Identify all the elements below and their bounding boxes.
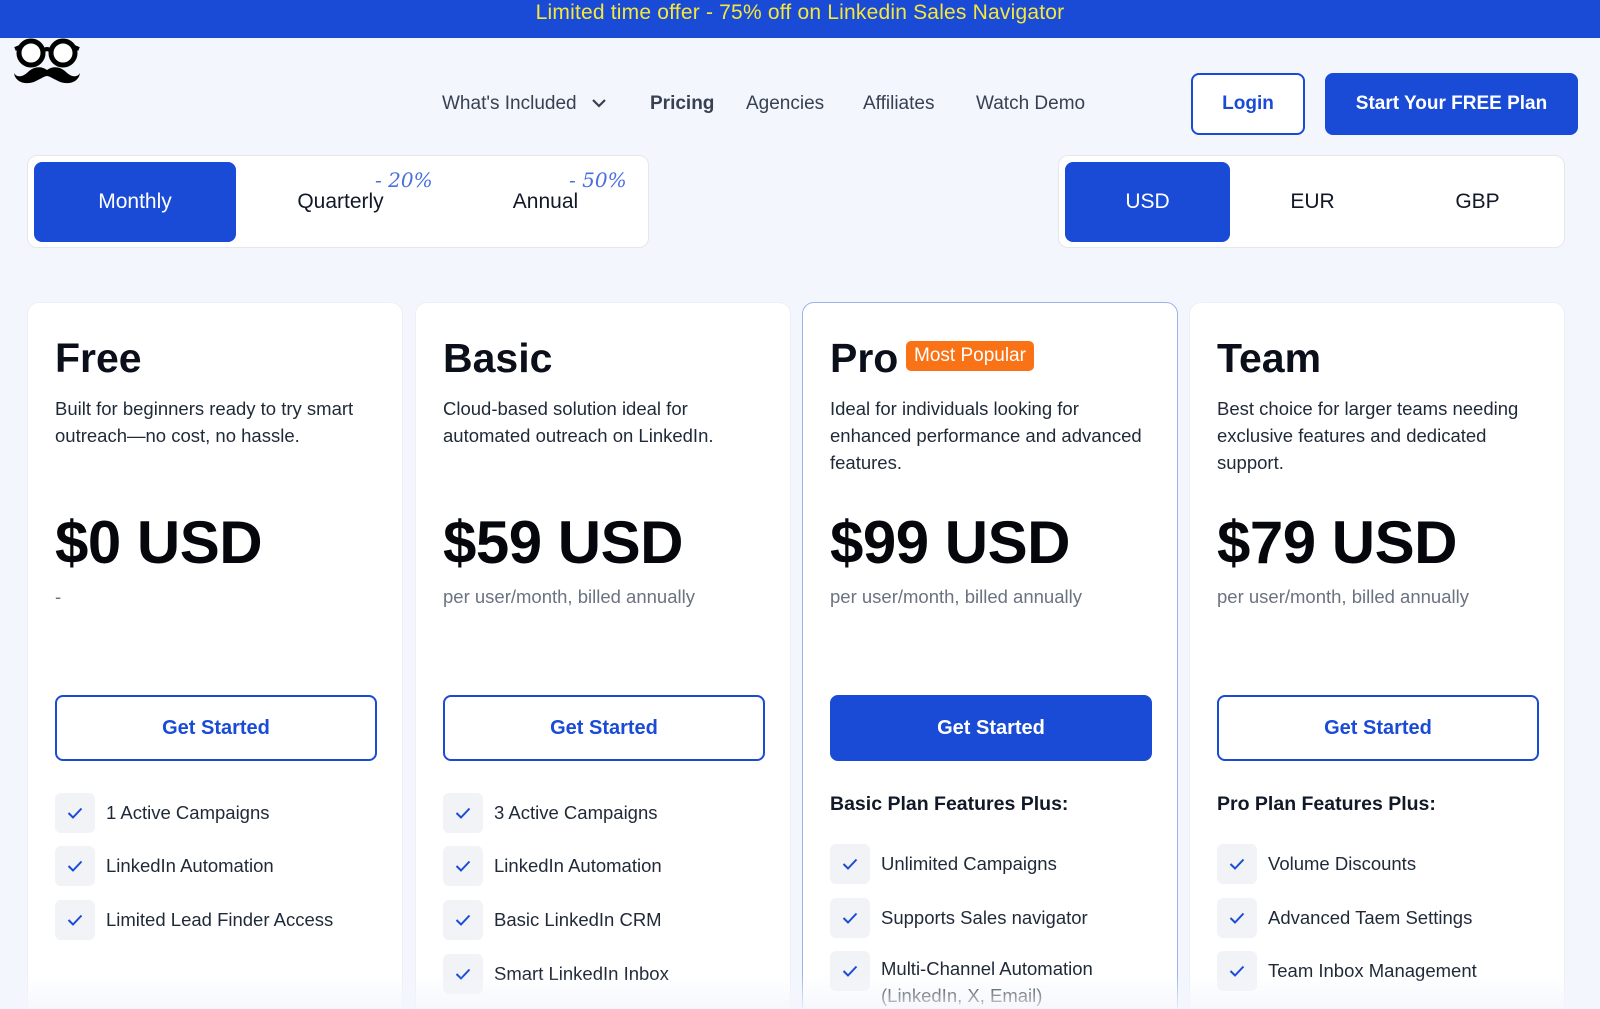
feature-item: Smart LinkedIn Inbox [443,954,773,994]
feature-text: Limited Lead Finder Access [106,909,334,930]
check-icon [55,793,95,833]
feature-item: 1 Active Campaigns [55,793,385,833]
get-started-button[interactable]: Get Started [1217,695,1539,761]
feature-text: LinkedIn Automation [494,855,662,876]
plan-name: Free [55,335,142,381]
annual-discount-label: - 50% [569,168,627,192]
check-icon [1217,951,1257,991]
check-icon [55,846,95,886]
check-icon [830,844,870,884]
plan-price: $59 USD [443,509,683,576]
feature-item: Advanced Taem Settings [1217,898,1547,938]
plan-name: Pro [830,335,899,381]
feature-item: Volume Discounts [1217,844,1547,884]
plan-card-basic: Basic Cloud-based solution ideal for aut… [415,302,791,1009]
plan-billing-note: - [55,586,62,607]
plan-description: Best choice for larger teams needing exc… [1217,398,1519,473]
promo-banner: Limited time offer - 75% off on Linkedin… [0,0,1600,38]
feature-text: Advanced Taem Settings [1268,907,1473,928]
plan-billing-note: per user/month, billed annually [1217,586,1469,607]
currency-toggle: USD EUR GBP [1058,155,1565,248]
plan-price: $79 USD [1217,509,1457,576]
plan-price: $99 USD [830,509,1070,576]
nav-whats-included-label: What's Included [442,93,577,114]
quarterly-discount-label: - 20% [375,168,433,192]
currency-eur-option[interactable]: EUR [1230,162,1395,242]
feature-text: 3 Active Campaigns [494,802,658,823]
check-icon [443,793,483,833]
feature-text: Team Inbox Management [1268,960,1477,981]
feature-item: Limited Lead Finder Access [55,900,385,940]
nav-watch-demo[interactable]: Watch Demo [976,92,1085,116]
nav-whats-included[interactable]: What's Included [442,92,606,116]
logo[interactable] [12,36,82,92]
feature-item: LinkedIn Automation [443,846,773,886]
nav-pricing[interactable]: Pricing [650,92,714,116]
check-icon [443,846,483,886]
check-icon [1217,898,1257,938]
mustache-glasses-icon [14,38,80,84]
feature-item: LinkedIn Automation [55,846,385,886]
billing-monthly-option[interactable]: Monthly [34,162,236,242]
nav-affiliates[interactable]: Affiliates [863,92,934,116]
features-heading: Pro Plan Features Plus: [1217,793,1436,815]
check-icon [55,900,95,940]
features-heading: Basic Plan Features Plus: [830,793,1069,815]
feature-item: Basic LinkedIn CRM [443,900,773,940]
feature-text: Volume Discounts [1268,853,1417,874]
start-free-plan-button[interactable]: Start Your FREE Plan [1325,73,1578,135]
check-icon [830,898,870,938]
most-popular-badge: Most Popular [906,341,1034,371]
plan-card-free: Free Built for beginners ready to try sm… [27,302,403,1009]
plan-description: Ideal for individuals looking for enhanc… [830,398,1142,473]
currency-usd-option[interactable]: USD [1065,162,1230,242]
plan-description: Built for beginners ready to try smart o… [55,398,354,446]
feature-item: Multi-Channel Automation (LinkedIn, X, E… [830,951,1160,1009]
plan-name: Basic [443,335,553,381]
billing-period-toggle: Monthly Quarterly - 20% Annual - 50% [27,155,649,248]
feature-text: 1 Active Campaigns [106,802,270,823]
nav-agencies[interactable]: Agencies [746,92,824,116]
feature-item: 3 Active Campaigns [443,793,773,833]
feature-item: Supports Sales navigator [830,898,1160,938]
feature-text: Smart LinkedIn Inbox [494,963,669,984]
check-icon [830,951,870,991]
feature-item: Team Inbox Management [1217,951,1547,991]
login-button[interactable]: Login [1191,73,1305,135]
billing-annual-label: Annual [512,190,579,213]
feature-text: Unlimited Campaigns [881,853,1057,874]
plan-price: $0 USD [55,509,263,576]
get-started-button[interactable]: Get Started [55,695,377,761]
plan-card-pro: Pro Most Popular Ideal for individuals l… [802,302,1178,1009]
plan-name: Team [1217,335,1322,381]
check-icon [443,900,483,940]
check-icon [1217,844,1257,884]
plan-description: Cloud-based solution ideal for automated… [443,398,714,446]
get-started-button[interactable]: Get Started [830,695,1152,761]
feature-item: Unlimited Campaigns [830,844,1160,884]
plan-billing-note: per user/month, billed annually [443,586,695,607]
feature-text: Multi-Channel Automation (LinkedIn, X, E… [881,958,1093,1006]
promo-text: Limited time offer - 75% off on Linkedin… [535,1,1065,24]
feature-text: Basic LinkedIn CRM [494,909,662,930]
plan-billing-note: per user/month, billed annually [830,586,1082,607]
get-started-button[interactable]: Get Started [443,695,765,761]
chevron-down-icon [592,99,606,109]
billing-quarterly-label: Quarterly [297,190,384,213]
check-icon [443,954,483,994]
feature-text: LinkedIn Automation [106,855,274,876]
plan-card-team: Team Best choice for larger teams needin… [1189,302,1565,1009]
currency-gbp-option[interactable]: GBP [1395,162,1560,242]
feature-text: Supports Sales navigator [881,907,1088,928]
